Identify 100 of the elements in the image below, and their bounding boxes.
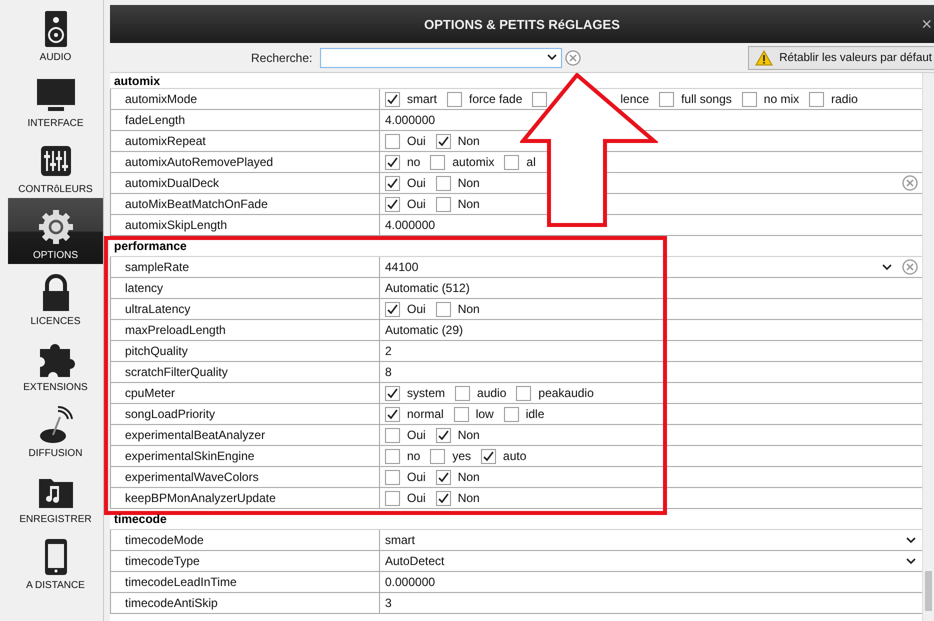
checkbox[interactable] (436, 134, 451, 148)
setting-name: maxPreloadLength (110, 320, 380, 340)
chevron-icon[interactable] (906, 536, 916, 544)
checkbox[interactable] (385, 470, 400, 484)
sidebar-item[interactable]: AUDIO (8, 0, 103, 66)
chevron-icon[interactable] (906, 558, 916, 564)
checkbox[interactable] (504, 406, 519, 422)
option-label: force fade (469, 92, 522, 106)
option-label: Non (458, 176, 480, 190)
option-label: Oui (407, 176, 426, 190)
checkbox[interactable] (436, 470, 451, 484)
clear-icon[interactable] (902, 175, 918, 191)
checkbox[interactable] (742, 92, 757, 106)
checkbox[interactable] (385, 428, 400, 442)
warning-icon (755, 50, 774, 66)
option-label: Non (458, 134, 480, 148)
checkbox[interactable] (659, 92, 674, 106)
checkbox[interactable] (447, 92, 462, 106)
dropdown-value: 44100 (385, 260, 418, 274)
section-header: performance (110, 236, 922, 257)
setting-name: timecodeAntiSkip (110, 593, 380, 613)
setting-name: pitchQuality (110, 341, 380, 361)
checkbox[interactable] (436, 490, 451, 506)
setting-name: timecodeType (110, 551, 380, 571)
option-label: Non (458, 470, 480, 484)
option-label: radio (831, 92, 858, 106)
setting-name: fadeLength (110, 110, 380, 130)
setting-name: automixDualDeck (110, 173, 380, 193)
option-label: idle (526, 407, 544, 421)
checkbox[interactable] (455, 386, 470, 400)
checkbox[interactable] (385, 92, 400, 106)
checkbox[interactable] (385, 302, 400, 316)
checkbox[interactable] (385, 406, 400, 422)
sidebar-item[interactable]: A DISTANCE (8, 528, 103, 594)
checkbox[interactable] (385, 196, 400, 212)
clear-icon[interactable] (565, 50, 582, 66)
sidebar-item[interactable]: EXTENSIONS (8, 330, 103, 396)
option-label: no (407, 449, 420, 463)
checkbox[interactable] (385, 154, 400, 170)
option-label: Non (458, 428, 480, 442)
checkbox[interactable] (436, 196, 451, 212)
scrollbar[interactable] (922, 73, 934, 621)
sidebar-item[interactable]: CONTRôLEURS (8, 132, 103, 198)
option-label: peakaudio (538, 386, 594, 400)
option-label: no mix (764, 92, 800, 106)
option-label: Oui (407, 134, 426, 148)
checkbox[interactable] (430, 448, 446, 464)
dropdown-value: AutoDetect (385, 554, 444, 568)
sidebar-item[interactable]: ENREGISTRER (8, 462, 103, 528)
setting-name: songLoadPriority (110, 404, 380, 424)
checkbox[interactable] (516, 386, 532, 400)
checkbox[interactable] (430, 154, 446, 170)
option-label: Non (458, 302, 480, 316)
option-label: Non (458, 197, 480, 211)
option-label: audio (477, 386, 506, 400)
checkbox[interactable] (454, 406, 469, 422)
checkbox[interactable] (385, 134, 400, 148)
checkbox[interactable] (385, 386, 400, 400)
search-field[interactable] (320, 48, 562, 68)
option-label: low (476, 407, 494, 421)
sidebar-item[interactable]: LICENCES (8, 264, 103, 330)
chevron-icon[interactable] (547, 54, 558, 61)
setting-value: 4.000000 (385, 218, 436, 232)
checkbox[interactable] (809, 92, 824, 106)
setting-name: automixRepeat (110, 131, 380, 151)
dropdown-value: smart (385, 533, 415, 547)
checkbox[interactable] (436, 176, 451, 190)
option-label: Oui (407, 428, 426, 442)
option-label: Oui (407, 302, 426, 316)
setting-name: autoMixBeatMatchOnFade (110, 194, 380, 214)
sidebar-item[interactable]: DIFFUSION (8, 396, 103, 462)
setting-name: experimentalSkinEngine (110, 446, 380, 466)
clear-icon[interactable] (902, 259, 918, 275)
sidebar-item[interactable]: INTERFACE (8, 66, 103, 132)
checkbox[interactable] (385, 176, 400, 190)
option-label: yes (452, 449, 472, 463)
setting-value: 0.000000 (385, 575, 436, 589)
setting-name: timecodeLeadInTime (110, 572, 380, 592)
checkbox[interactable] (385, 448, 400, 464)
chevron-icon[interactable] (882, 264, 892, 270)
option-label: Non (458, 491, 480, 505)
checkbox[interactable] (385, 490, 400, 506)
checkbox[interactable] (436, 428, 451, 442)
setting-value: 8 (385, 365, 392, 379)
checkbox[interactable] (532, 92, 548, 106)
sidebar-item[interactable]: OPTIONS (8, 198, 103, 264)
option-label: Oui (407, 197, 426, 211)
setting-value: 4.000000 (385, 113, 436, 127)
setting-value: Automatic (29) (385, 323, 464, 337)
setting-name: cpuMeter (110, 383, 380, 403)
setting-name: ultraLatency (110, 299, 380, 319)
setting-name: automixAutoRemovePlayed (110, 152, 380, 172)
reset-button[interactable]: Rétablir les valeurs par défaut (748, 46, 934, 70)
checkbox[interactable] (481, 448, 496, 464)
option-label: automix (452, 155, 494, 169)
close-button[interactable]: × (921, 14, 932, 35)
setting-name: automixMode (110, 89, 380, 109)
checkbox[interactable] (436, 302, 451, 316)
option-label: lence (619, 92, 650, 106)
checkbox[interactable] (504, 154, 520, 170)
